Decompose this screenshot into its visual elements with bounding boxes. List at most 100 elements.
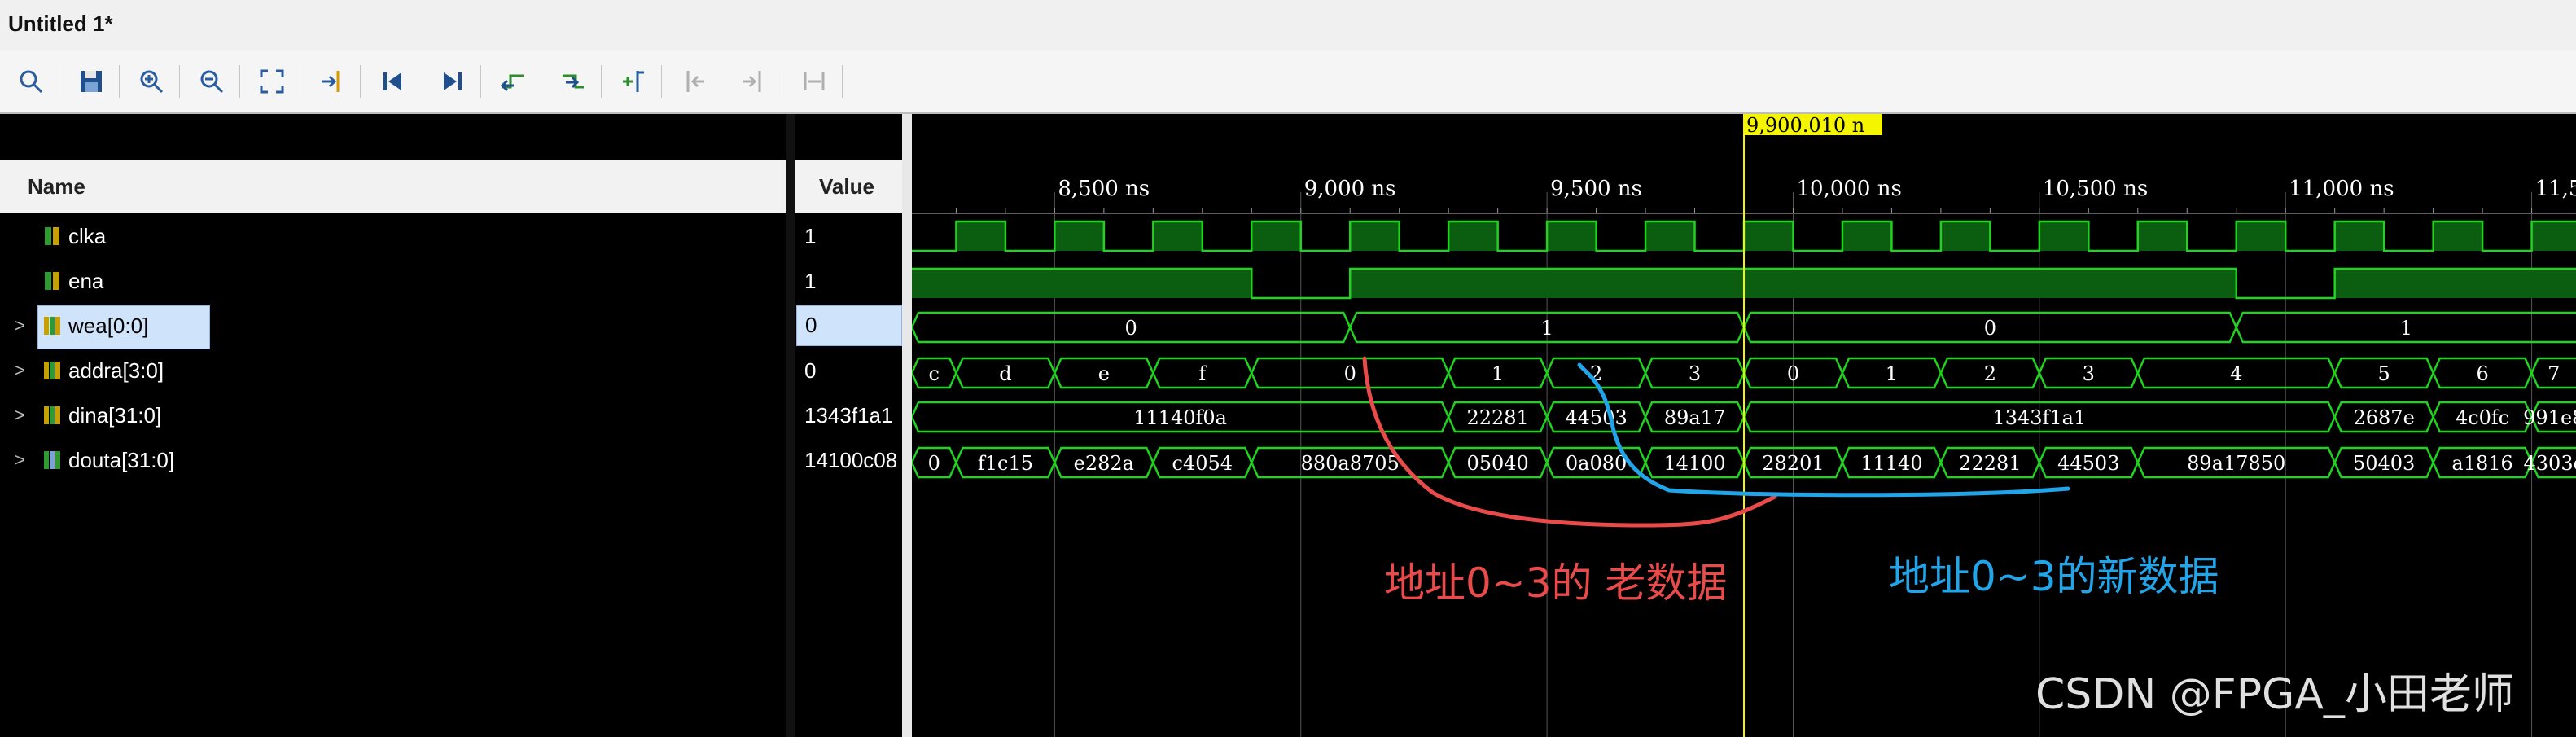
chevron-right-icon[interactable]: > — [15, 405, 25, 426]
clock-high-pulse — [1153, 222, 1203, 251]
clock-high-pulse — [1940, 222, 1991, 251]
signal-row-douta[interactable]: > douta[31:0] — [0, 441, 786, 480]
previous-marker-icon — [686, 71, 704, 92]
next-transition-button[interactable] — [554, 62, 593, 101]
clock-high-pulse — [2236, 222, 2286, 251]
value-column-header[interactable]: Value — [795, 160, 902, 213]
addra-value-label: 0 — [1344, 362, 1356, 385]
signal-row-dina[interactable]: > dina[31:0] — [0, 397, 786, 436]
douta-value-label: a1816 — [2451, 452, 2512, 475]
wea-value-label: 1 — [1540, 317, 1553, 340]
clock-high-pulse — [2334, 222, 2385, 251]
annotation-new-data: 地址0~3的新数据 — [1889, 553, 2219, 600]
red-annotation-stroke — [1362, 356, 1777, 528]
douta-value-label: 880a8705 — [1301, 452, 1400, 475]
next-transition-icon — [563, 74, 584, 89]
clock-high-pulse — [1251, 222, 1301, 251]
name-column-header[interactable]: Name — [0, 160, 788, 213]
douta-value-label: 0a080 — [1566, 452, 1627, 475]
douta-value-label: 44503 — [2057, 452, 2119, 475]
bus-signal-icon — [44, 406, 60, 424]
tick-label: 9,000 ns — [1304, 177, 1396, 201]
signal-value: 1 — [804, 217, 902, 257]
zoom-fit-button[interactable] — [252, 62, 291, 101]
logic-signal-icon — [45, 227, 59, 245]
save-icon — [81, 71, 102, 92]
go-to-end-button[interactable] — [433, 62, 472, 101]
panel-divider[interactable] — [786, 114, 795, 737]
zoom-out-icon — [200, 70, 224, 94]
signal-list-panel: Name Value clka 1 ena 1 > wea[0:0] 0 > a… — [0, 114, 902, 737]
go-to-cursor-button[interactable] — [313, 62, 352, 101]
tick-label: 10,500 ns — [2043, 177, 2148, 201]
clock-high-pulse — [956, 222, 1005, 251]
tick-label: 10,000 ns — [1796, 177, 1901, 201]
waveform-toolbar — [0, 50, 2576, 114]
signal-value: 14100c08 — [804, 441, 902, 480]
clock-high-pulse — [2433, 222, 2483, 251]
go-to-start-button[interactable] — [373, 62, 412, 101]
search-button[interactable] — [11, 62, 50, 101]
logic-signal-icon — [45, 272, 59, 290]
addra-value-label: e — [1098, 362, 1110, 385]
dina-value-label: 22281 — [1466, 406, 1528, 429]
previous-marker-button[interactable] — [674, 62, 713, 101]
clock-high-pulse — [1547, 222, 1597, 251]
wea-value-label: 0 — [1984, 317, 1996, 340]
value-text: 1343f1a1 — [804, 403, 893, 428]
signal-name: wea[0:0] — [68, 314, 149, 338]
douta-value-label: 11140 — [1860, 452, 1922, 475]
previous-transition-button[interactable] — [493, 62, 532, 101]
wea-value-label: 1 — [2400, 317, 2412, 340]
clock-high-pulse — [2137, 222, 2188, 251]
addra-value-label: 2 — [1984, 362, 1996, 385]
clock-high-pulse — [1744, 222, 1794, 251]
window-title: Untitled 1* — [8, 11, 113, 36]
waveform-svg: 8,500 ns 9,000 ns 9,500 ns 10,000 ns 10,500 … — [912, 114, 2576, 737]
douta-value-label: f1c15 — [978, 452, 1033, 475]
douta-value-label: 50403 — [2353, 452, 2415, 475]
clock-high-pulse — [1350, 222, 1400, 251]
watermark: CSDN @FPGA_小田老师 — [2035, 670, 2514, 719]
chevron-right-icon[interactable]: > — [15, 315, 25, 336]
pane-splitter[interactable] — [902, 114, 912, 737]
signal-row-wea[interactable]: > wea[0:0] — [0, 305, 786, 349]
addra-value-label: 5 — [2378, 362, 2390, 385]
swap-cursors-icon — [804, 72, 825, 90]
addra-value-label: 6 — [2476, 362, 2488, 385]
signal-row-ena[interactable]: ena — [0, 262, 786, 301]
add-marker-button[interactable] — [614, 62, 653, 101]
signal-name: douta[31:0] — [68, 448, 175, 472]
signal-name: dina[31:0] — [68, 403, 162, 428]
window-title-bar: Untitled 1* — [0, 0, 2576, 51]
dina-value-label: 11140f0a — [1133, 406, 1227, 429]
zoom-in-button[interactable] — [132, 62, 171, 101]
addra-value-label: 0 — [1787, 362, 1799, 385]
signal-value-selected: 0 — [796, 305, 902, 346]
douta-value-label: c4054 — [1172, 452, 1233, 475]
bus-output-signal-icon — [44, 451, 60, 469]
dina-value-label: 1343f1a1 — [1992, 406, 2086, 429]
addra-value-label: c — [928, 362, 939, 385]
go-to-cursor-icon — [322, 71, 340, 92]
signal-name: addra[3:0] — [68, 358, 164, 383]
clock-high-pulse — [1054, 222, 1104, 251]
clock-high-pulse — [1448, 222, 1498, 251]
next-marker-icon — [743, 71, 761, 92]
save-button[interactable] — [72, 62, 111, 101]
signal-value: 0 — [804, 352, 902, 391]
name-header-label: Name — [28, 174, 85, 199]
signal-row-addra[interactable]: > addra[3:0] — [0, 352, 786, 391]
ena-high-region — [912, 269, 1252, 298]
clock-high-pulse — [1842, 222, 1892, 251]
next-marker-button[interactable] — [734, 62, 773, 101]
zoom-out-button[interactable] — [192, 62, 231, 101]
swap-cursors-button[interactable] — [795, 62, 834, 101]
addra-value-label: 7 — [2548, 362, 2560, 385]
dina-value-label: 2687e — [2354, 406, 2415, 429]
chevron-right-icon[interactable]: > — [15, 450, 25, 471]
chevron-right-icon[interactable]: > — [15, 360, 25, 381]
waveform-canvas[interactable]: 8,500 ns 9,000 ns 9,500 ns 10,000 ns 10,500 … — [912, 114, 2576, 737]
signal-row-clka[interactable]: clka — [0, 217, 786, 257]
search-icon — [20, 70, 43, 94]
